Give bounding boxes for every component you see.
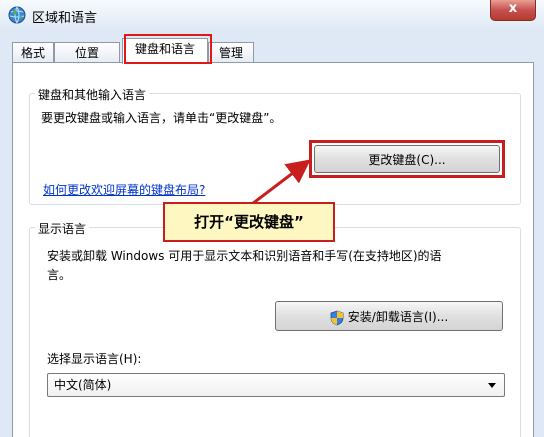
install-uninstall-language-label: 安装/卸载语言(I)... [347, 310, 449, 324]
keyboard-layout-help-link[interactable]: 如何更改欢迎屏幕的键盘布局? [43, 181, 205, 198]
tab-panel: 键盘和其他输入语言 要更改键盘或输入语言，请单击“更改键盘”。 更改键盘(C).… [12, 62, 534, 437]
display-language-description-2: 言。 [47, 268, 72, 282]
tab-format[interactable]: 格式 [12, 42, 54, 63]
uac-shield-icon [330, 310, 344, 325]
install-uninstall-language-button[interactable]: 安装/卸载语言(I)... [275, 301, 503, 331]
globe-icon [8, 6, 26, 24]
display-language-select[interactable]: 中文(简体) [47, 373, 505, 397]
change-keyboard-button[interactable]: 更改键盘(C)... [314, 145, 500, 173]
close-button[interactable]: x [490, 0, 536, 21]
display-language-description-1: 安装或卸载 Windows 可用于显示文本和识别语音和手写(在支持地区)的语 [47, 249, 442, 263]
title-bar: 区域和语言 x [0, 0, 544, 30]
chevron-down-icon [488, 383, 496, 388]
display-language-select-value: 中文(简体) [54, 378, 112, 392]
keyboard-description: 要更改键盘或输入语言，请单击“更改键盘”。 [41, 111, 282, 125]
window-title: 区域和语言 [32, 11, 98, 26]
tab-strip: 格式 位置 键盘和语言 管理 [12, 38, 532, 64]
close-icon: x [508, 1, 518, 16]
tab-location[interactable]: 位置 [54, 42, 120, 63]
display-language-select-label: 选择显示语言(H): [47, 352, 142, 366]
tab-highlight-box [124, 34, 212, 64]
keyboard-group-title: 键盘和其他输入语言 [35, 86, 150, 103]
tab-administrative[interactable]: 管理 [208, 42, 254, 63]
display-language-group-title: 显示语言 [35, 220, 90, 237]
region-language-window: 区域和语言 x 格式 位置 键盘和语言 管理 键盘和其他输入语言 要更改键盘或输… [0, 0, 544, 437]
callout-open-change-keyboard: 打开“更改键盘” [163, 202, 335, 242]
